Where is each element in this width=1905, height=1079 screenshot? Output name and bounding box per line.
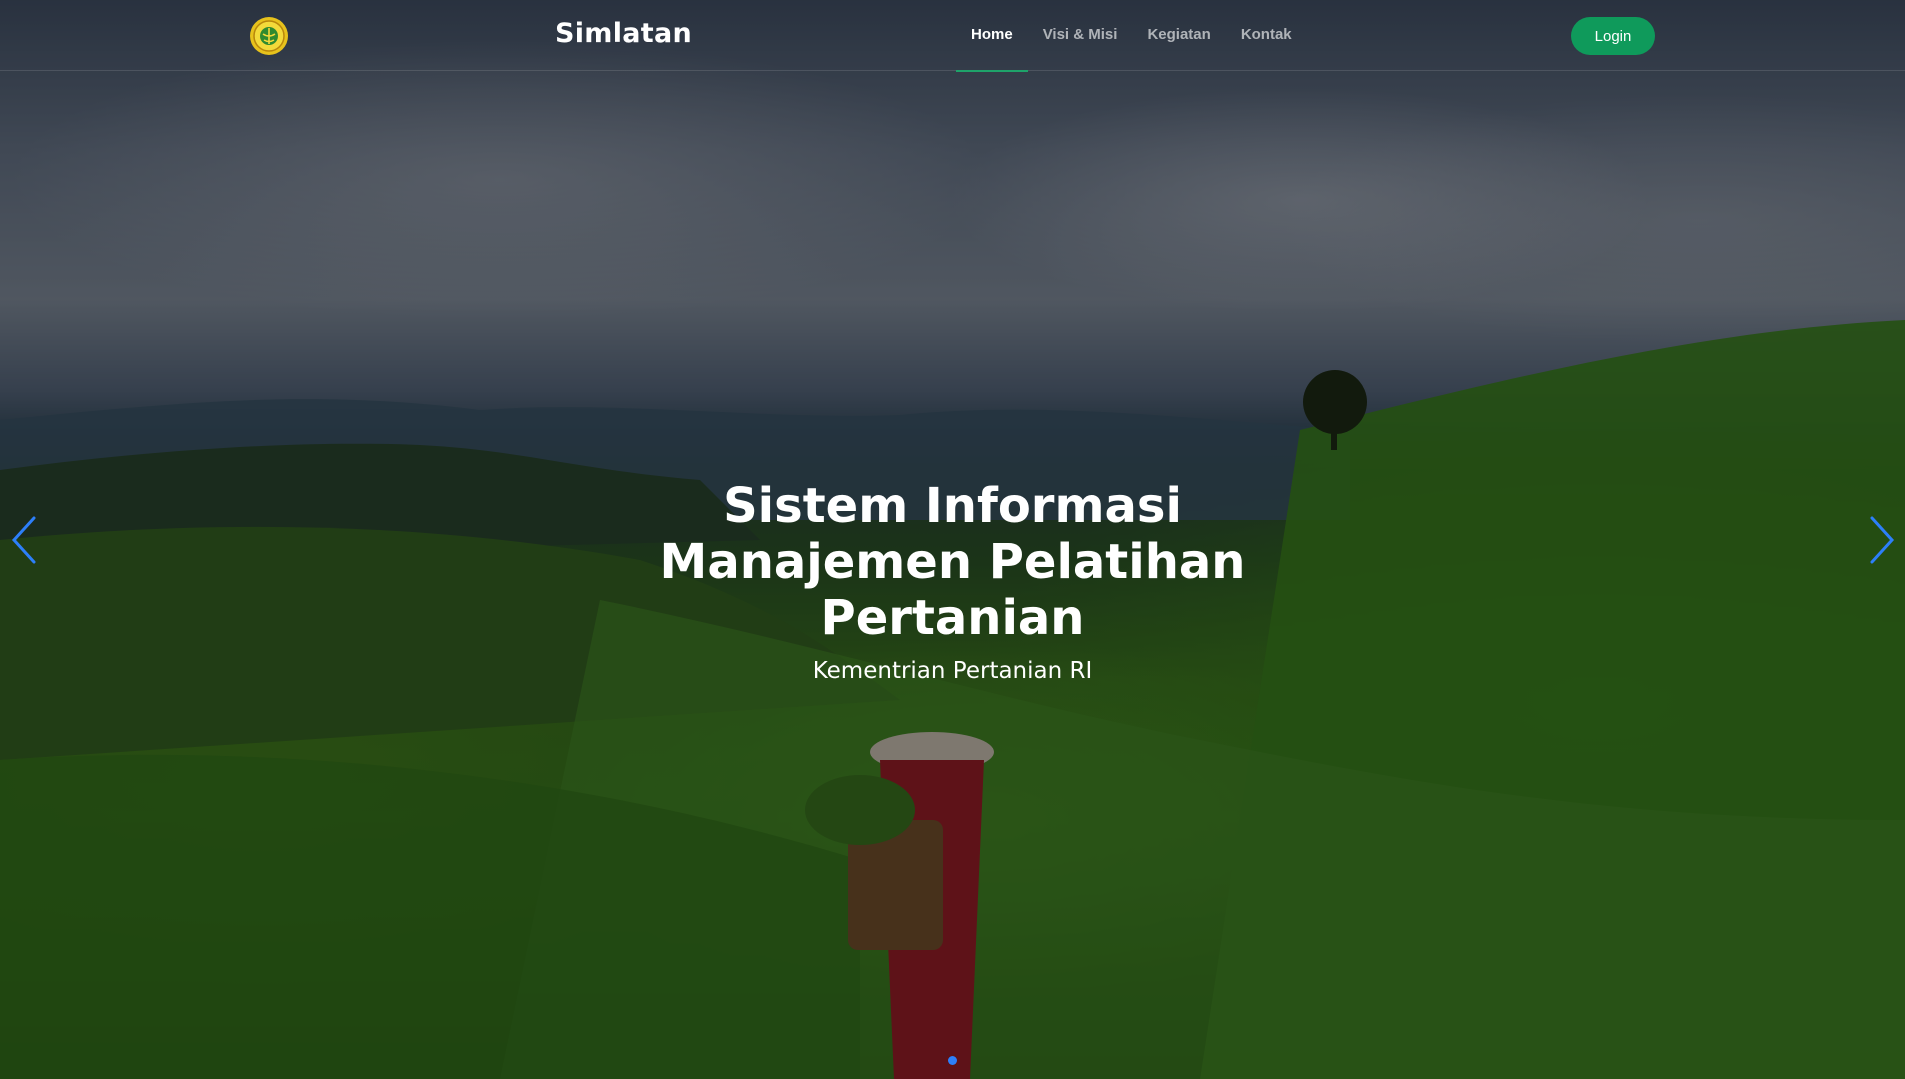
- nav-item-home[interactable]: Home: [956, 0, 1028, 72]
- nav-item-kontak[interactable]: Kontak: [1226, 0, 1307, 72]
- ministry-of-agriculture-emblem-icon[interactable]: [249, 16, 289, 56]
- chevron-right-icon: [1870, 516, 1895, 564]
- carousel-indicators: [0, 1056, 1905, 1065]
- hero-subtitle: Kementrian Pertanian RI: [812, 658, 1093, 684]
- nav-item-visi-misi[interactable]: Visi & Misi: [1028, 0, 1133, 72]
- top-navbar: Simlatan Home Visi & Misi Kegiatan Konta…: [0, 0, 1905, 72]
- carousel-indicator-dot[interactable]: [948, 1056, 957, 1065]
- main-nav: Home Visi & Misi Kegiatan Kontak: [956, 0, 1307, 72]
- carousel-prev-button[interactable]: [4, 512, 44, 568]
- hero-title: Sistem Informasi Manajemen Pelatihan Per…: [659, 478, 1246, 646]
- brand-name[interactable]: Simlatan: [555, 18, 692, 49]
- chevron-left-icon: [11, 516, 36, 564]
- hero-caption: Sistem Informasi Manajemen Pelatihan Per…: [0, 478, 1905, 684]
- nav-item-kegiatan[interactable]: Kegiatan: [1132, 0, 1225, 72]
- carousel-next-button[interactable]: [1862, 512, 1902, 568]
- login-button[interactable]: Login: [1571, 17, 1655, 55]
